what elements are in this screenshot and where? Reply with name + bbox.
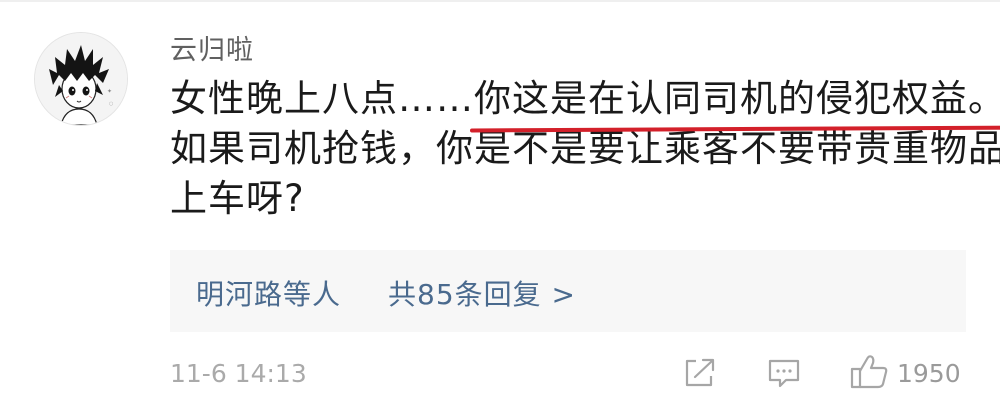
comment-line-3: 上车呀?	[170, 177, 305, 220]
share-icon[interactable]	[682, 356, 718, 394]
highlighted-phrase: 你这是在认同司机的侵犯权益。	[469, 74, 1000, 133]
avatar[interactable]: ✦ ○	[34, 32, 128, 126]
reply-count-link[interactable]: 共85条回复 >	[388, 273, 576, 313]
anime-avatar-icon: ✦ ○	[35, 33, 127, 125]
thumbs-up-icon[interactable]	[848, 353, 890, 395]
comment-card: ✦ ○ 云归啦 女性晚上八点……你这是在认同司机的侵犯权益。 如果司机抢钱，你是…	[0, 0, 1000, 407]
comment-line-1: 女性晚上八点……你这是在认同司机的侵犯权益。	[170, 74, 1000, 133]
reply-users[interactable]: 明河路等人	[196, 273, 341, 313]
username[interactable]: 云归啦	[170, 28, 254, 67]
like-count: 1950	[897, 359, 961, 388]
comment-icon[interactable]	[766, 356, 802, 394]
comment-footer: 11-6 14:13 1950	[170, 355, 970, 395]
timestamp: 11-6 14:13	[170, 359, 307, 388]
replies-preview[interactable]: 明河路等人 共85条回复 >	[170, 250, 966, 332]
svg-text:✦: ✦	[107, 88, 112, 95]
comment-line-1-plain: 女性晚上八点……	[170, 77, 474, 120]
svg-text:○: ○	[109, 101, 113, 107]
comment-text: 女性晚上八点……你这是在认同司机的侵犯权益。 如果司机抢钱，你是不是要让乘客不要…	[170, 74, 1000, 224]
highlighted-phrase-text: 你这是在认同司机的侵犯权益。	[474, 77, 1000, 120]
